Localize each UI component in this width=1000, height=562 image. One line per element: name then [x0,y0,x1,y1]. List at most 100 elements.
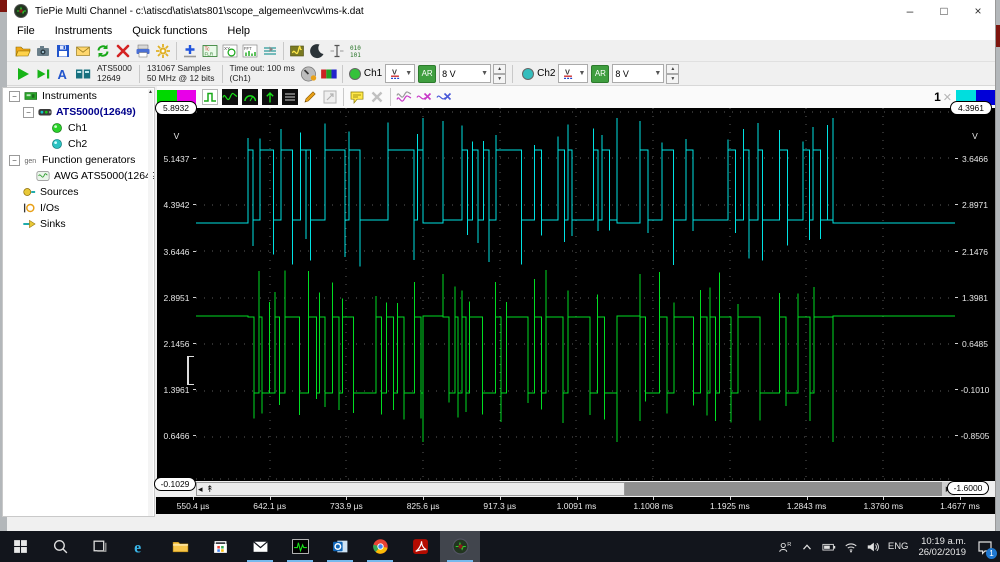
tree-scrollbar[interactable]: ▲ [148,89,153,516]
trigger-level-bracket[interactable] [187,356,194,385]
tree-item-ch1[interactable]: Ch1 [3,120,154,136]
right-axis-min-label[interactable]: -1.6000 [947,481,989,495]
taskbar-outlook-button[interactable] [320,531,360,562]
toolbar-print-button[interactable] [133,41,153,61]
taskbar-mail-button[interactable] [240,531,280,562]
tree-item-function-generators[interactable]: − gen Function generators [3,152,154,168]
taskbar-tiepie-button[interactable] [440,531,480,562]
awg-icon [36,169,50,183]
toolbar-binary-data-button[interactable]: 010 101 [347,41,367,61]
tree-item-sources[interactable]: Sources [3,184,154,200]
minimize-button[interactable]: – [893,0,927,22]
toolbar-open-file-button[interactable] [13,41,33,61]
taskbar-clock[interactable]: 10:19 a.m. 26/02/2019 [918,536,966,558]
toolbar-fft-button[interactable]: FFT [240,41,260,61]
scope-scope-view-button[interactable] [220,87,240,107]
taskbar-store-button[interactable] [200,531,240,562]
tree-expander-icon[interactable]: − [23,106,34,118]
toolbar-xy-plot-button[interactable]: XY [220,41,240,61]
autorange-button-ch2[interactable]: AR [591,64,610,83]
scope-recorder-view-button[interactable] [260,87,280,107]
taskbar-edge-button[interactable]: e [120,531,160,562]
scope-compare-button[interactable] [394,87,414,107]
scope-edit-button[interactable] [300,87,320,107]
left-axis-min-label[interactable]: -0.1029 [154,477,196,491]
tree-item-instruments[interactable]: − Instruments [3,88,154,104]
right-axis: V 3.6466 2.8971 2.1476 1.3981 0.6485 -0.1010 -0… [955,108,995,481]
waveform-plot[interactable] [196,108,955,481]
toolbar-rgb-button[interactable] [319,64,339,84]
toolbar-knob-button[interactable] [299,64,319,84]
menu-file[interactable]: File [7,22,45,40]
right-axis-max-label[interactable]: 4.3961 [950,101,992,115]
toolbar-multimeter-button[interactable]: Tc FLR [200,41,220,61]
maximize-button[interactable]: □ [927,0,961,22]
scope-data-view-button[interactable] [280,87,300,107]
toolbar-levels-button[interactable] [260,41,280,61]
tray-battery-button[interactable] [818,531,840,562]
tree-expander-icon[interactable]: − [9,90,20,102]
taskbar-acrobat-button[interactable] [400,531,440,562]
toolbar-start-button[interactable] [13,64,33,84]
start-win-icon [12,538,29,555]
scope-remove-blue-button[interactable] [434,87,454,107]
menu-instruments[interactable]: Instruments [45,22,122,40]
taskbar-scope-app-button[interactable] [280,531,320,562]
scope-meter-view-button[interactable] [240,87,260,107]
tree-item-awg-ats5000-12649-[interactable]: AWG ATS5000(12649) [3,168,154,184]
range-spinner-ch2[interactable]: ▲ ▼ [666,63,680,84]
scope-remove-magenta-button[interactable] [414,87,434,107]
close-page-icon[interactable]: ✕ [943,91,952,104]
action-center-button[interactable]: 1 [972,531,998,562]
timeout-info: Time out: 100 ms (Ch1) [230,63,295,83]
autorange-button-ch1[interactable]: AR [418,64,437,83]
scrollbar-thumb[interactable] [196,482,625,496]
toolbar-snapshot-button[interactable] [33,41,53,61]
tree-item-ch2[interactable]: Ch2 [3,136,154,152]
tray-chevron-up-button[interactable] [796,531,818,562]
tree-item-i-os[interactable]: I/Os [3,200,154,216]
close-button[interactable]: × [961,0,995,22]
range-select-ch1[interactable]: 8 V ▼ [439,64,492,83]
range-spinner-ch1[interactable]: ▲ ▼ [493,63,507,84]
scroll-left-arrow-icon[interactable]: ◂ [198,483,203,495]
coupling-dropdown-ch1[interactable]: V ▼ [385,64,416,83]
coupling-dropdown-ch2[interactable]: V ▼ [558,64,589,83]
store-icon [212,538,229,555]
toolbar-refresh-button[interactable] [93,41,113,61]
explorer-icon [172,538,189,555]
title-bar[interactable]: TiePie Multi Channel - c:\atiscd\atis\at… [7,0,995,22]
toolbar-night-mode-button[interactable] [307,41,327,61]
toolbar-settings-button[interactable] [153,41,173,61]
left-axis-max-label[interactable]: 5.8932 [155,101,197,115]
tray-volume-button[interactable] [862,531,884,562]
range-select-ch2[interactable]: 8 V ▼ [612,64,665,83]
language-indicator[interactable]: ENG [888,541,909,552]
toolbar-delete-button[interactable] [113,41,133,61]
toolbar-pages-button[interactable] [73,64,93,84]
page-number: 1 [934,90,941,104]
trigger-position-marker-icon[interactable]: ↟ [206,483,214,495]
toolbar-software-generator-button[interactable] [287,41,307,61]
toolbar-cursor-button[interactable] [327,41,347,61]
tray-wifi-button[interactable] [840,531,862,562]
horizontal-scrollbar[interactable]: ◂ ↟ ▶ [196,482,955,496]
tree-expander-icon[interactable]: − [9,154,20,166]
taskbar-explorer-button[interactable] [160,531,200,562]
toolbar-one-shot-button[interactable] [33,64,53,84]
toolbar-auto-setup-button[interactable]: A [53,64,73,84]
tray-people-button[interactable]: R [774,531,796,562]
scope-label-button[interactable] [347,87,367,107]
scope-interpolation-button[interactable] [200,87,220,107]
taskbar-search-button[interactable] [40,531,80,562]
toolbar-add-object-button[interactable] [180,41,200,61]
tree-item-ats5000-12649-[interactable]: − ATS5000(12649) [3,104,154,120]
taskbar-task-view-button[interactable] [80,531,120,562]
taskbar-chrome-button[interactable] [360,531,400,562]
toolbar-email-button[interactable] [73,41,93,61]
tree-item-sinks[interactable]: Sinks [3,216,154,232]
menu-quick-functions[interactable]: Quick functions [122,22,217,40]
menu-help[interactable]: Help [217,22,260,40]
taskbar-start-win-button[interactable] [0,531,40,562]
toolbar-save-button[interactable] [53,41,73,61]
